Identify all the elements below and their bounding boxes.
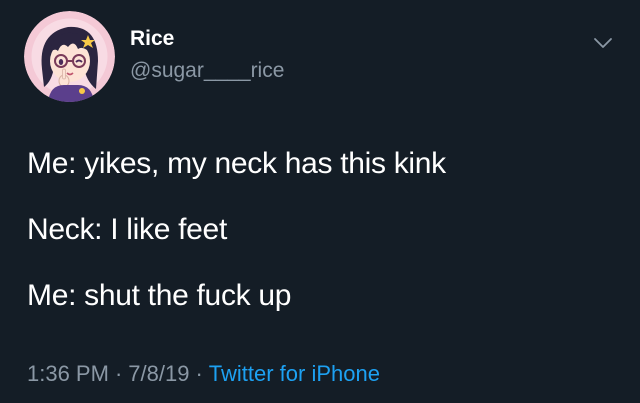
author-name[interactable]: Rice <box>130 27 174 51</box>
tweet-text-line: Me: yikes, my neck has this kink <box>27 147 446 180</box>
tweet-time[interactable]: 1:36 PM <box>27 361 109 386</box>
tweet-source-link[interactable]: Twitter for iPhone <box>209 361 380 386</box>
tweet: Rice @sugar____rice Me: yikes, my neck h… <box>0 0 640 403</box>
avatar[interactable] <box>24 11 115 102</box>
chevron-down-icon[interactable] <box>590 32 616 54</box>
anime-girl-avatar-icon <box>24 11 115 102</box>
meta-separator: · <box>114 361 123 386</box>
tweet-date[interactable]: 7/8/19 <box>128 361 189 386</box>
tweet-text-line: Me: shut the fuck up <box>27 279 292 312</box>
tweet-text-line: Neck: I like feet <box>27 213 227 246</box>
tweet-meta: 1:36 PM · 7/8/19 · Twitter for iPhone <box>27 361 380 387</box>
author-handle[interactable]: @sugar____rice <box>130 59 284 83</box>
meta-separator: · <box>195 361 203 386</box>
